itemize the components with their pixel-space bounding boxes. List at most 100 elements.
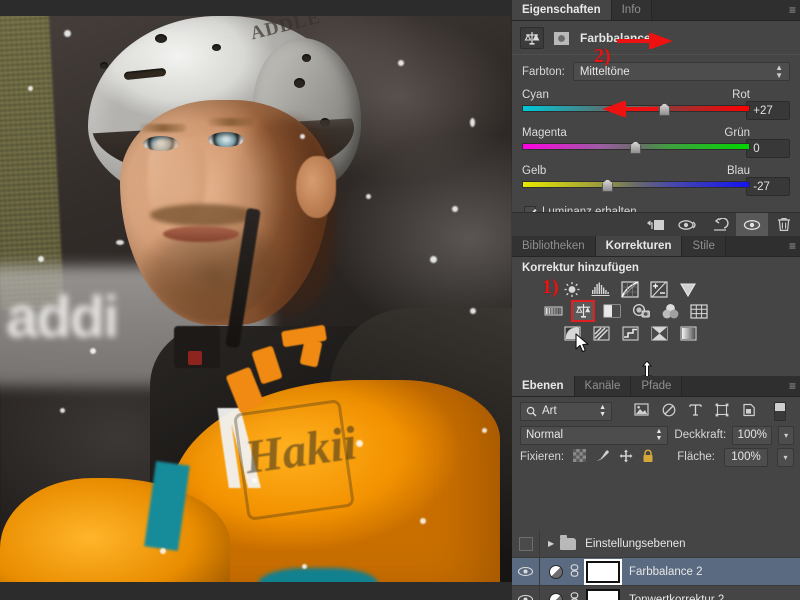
layer-name: Einstellungsebenen — [585, 537, 686, 550]
photo-helmet-vent — [212, 44, 221, 51]
levels-icon[interactable] — [591, 280, 611, 298]
tab-eigenschaften[interactable]: Eigenschaften — [512, 0, 612, 20]
layers-panel-menu-icon[interactable]: ≡ — [789, 380, 796, 392]
chevron-updown-icon: ▲ ▼ — [655, 428, 663, 442]
invert-icon[interactable] — [562, 324, 582, 342]
channel-mixer-icon[interactable] — [660, 302, 680, 320]
corrections-panel-menu-icon[interactable]: ≡ — [789, 240, 796, 252]
canvas-area[interactable]: addi Hakii ADDLE — [0, 0, 512, 600]
tab-ebenen[interactable]: Ebenen — [512, 376, 575, 396]
reset-icon[interactable] — [704, 213, 736, 237]
filter-type-icon[interactable] — [689, 403, 702, 419]
layer-visibility-toggle[interactable] — [512, 557, 540, 586]
lock-label: Fixieren: — [520, 451, 565, 463]
selective-color-icon[interactable] — [649, 324, 669, 342]
corrections-title: Korrektur hinzufügen — [522, 262, 639, 274]
opacity-stepper[interactable]: ▾ — [778, 425, 794, 445]
lock-position-icon[interactable] — [619, 449, 633, 466]
cyan-red-value[interactable]: +27 — [746, 101, 790, 120]
filter-smart-object-icon[interactable] — [742, 403, 756, 420]
table-row[interactable]: Farbbalance 2 — [512, 557, 800, 586]
lock-image-icon[interactable] — [595, 449, 610, 465]
eye-icon — [517, 594, 534, 600]
chevron-updown-icon: ▲ ▼ — [599, 404, 606, 418]
magenta-green-value[interactable]: 0 — [746, 139, 790, 158]
chevron-right-icon[interactable]: ▶ — [548, 539, 554, 548]
opacity-label: Deckkraft: — [674, 429, 727, 441]
hue-saturation-icon[interactable] — [544, 302, 564, 320]
color-balance-icon[interactable] — [571, 300, 595, 322]
photo-helmet-vent — [100, 62, 108, 69]
lock-transparency-icon[interactable] — [573, 449, 587, 465]
properties-panel-menu-icon[interactable]: ≡ — [789, 4, 796, 16]
slider-yellow-blue: Gelb Blau -27 — [522, 165, 790, 196]
tab-korrekturen[interactable]: Korrekturen — [595, 236, 683, 256]
fill-stepper[interactable]: ▾ — [777, 447, 794, 467]
slider-label-gelb: Gelb — [522, 165, 547, 177]
vibrance-icon[interactable] — [678, 280, 698, 298]
tab-stile[interactable]: Stile — [682, 236, 726, 256]
fill-value[interactable]: 100% — [724, 447, 768, 467]
magenta-green-slider[interactable] — [522, 141, 750, 155]
brightness-contrast-icon[interactable] — [562, 280, 582, 298]
layer-kind-select[interactable]: Art ▲ ▼ — [520, 401, 612, 421]
blend-mode-select[interactable]: Normal ▲ ▼ — [520, 425, 669, 445]
slider-label-blau: Blau — [726, 165, 750, 177]
corrections-tabbar: Bibliotheken Korrekturen Stile ≡ — [512, 236, 800, 257]
tab-kanaele[interactable]: Kanäle — [574, 376, 632, 396]
properties-tabbar: Eigenschaften Info ≡ — [512, 0, 800, 21]
layers-tabbar: Ebenen Kanäle Pfade ≡ — [512, 376, 800, 397]
table-row[interactable]: Tonwertkorrektur 2 — [512, 585, 800, 600]
photo-filter-icon[interactable] — [631, 302, 651, 320]
blend-mode-value: Normal — [526, 429, 564, 441]
slider-label-rot: Rot — [732, 89, 750, 101]
photo-orange-straps — [225, 324, 350, 414]
layer-mask-thumbnail[interactable] — [586, 588, 620, 600]
tab-bibliotheken[interactable]: Bibliotheken — [512, 236, 596, 256]
black-white-icon[interactable] — [602, 302, 622, 320]
annotation-arrow-cyan-red — [617, 32, 675, 52]
layer-name: Tonwertkorrektur 2 — [629, 593, 725, 600]
view-previous-state-icon[interactable] — [672, 213, 704, 237]
yellow-blue-slider[interactable] — [522, 179, 750, 193]
layer-visibility-toggle[interactable] — [512, 529, 540, 558]
posterize-icon[interactable] — [591, 324, 611, 342]
visibility-empty-icon — [518, 536, 533, 551]
document-photo[interactable]: addi Hakii ADDLE — [0, 8, 512, 592]
lock-all-icon[interactable] — [642, 449, 654, 466]
filter-enable-toggle[interactable] — [774, 401, 786, 421]
adjustments-row-3 — [512, 322, 800, 344]
layer-visibility-toggle[interactable] — [512, 585, 540, 600]
opacity-value[interactable]: 100% — [732, 425, 773, 445]
table-row[interactable]: ▶ Einstellungsebenen — [512, 529, 800, 558]
tab-pfade[interactable]: Pfade — [631, 376, 683, 396]
filter-shape-icon[interactable] — [715, 403, 729, 420]
threshold-icon[interactable] — [620, 324, 640, 342]
toggle-visibility-icon[interactable] — [736, 212, 768, 237]
curves-icon[interactable] — [620, 280, 640, 298]
yellow-blue-value[interactable]: -27 — [746, 177, 790, 196]
filter-adjustment-icon[interactable] — [662, 403, 676, 420]
gradient-map-icon[interactable] — [678, 324, 698, 342]
photo-helmet-vent — [302, 54, 311, 62]
layer-mask-thumbnail[interactable] — [586, 560, 620, 583]
color-balance-icon[interactable] — [520, 27, 544, 49]
delete-icon[interactable] — [768, 213, 800, 237]
exposure-icon[interactable] — [649, 280, 669, 298]
photo-brow-right — [208, 118, 254, 126]
photo-eye-right — [208, 132, 244, 147]
tab-info[interactable]: Info — [611, 0, 652, 20]
lock-row: Fixieren: Fläche: 100% ▾ — [512, 446, 800, 469]
filter-pixel-icon[interactable] — [634, 403, 649, 419]
layer-mask-icon[interactable] — [551, 27, 571, 49]
folder-icon — [560, 534, 577, 550]
annotation-2-label: 2) — [594, 45, 611, 67]
clip-to-layer-icon[interactable] — [640, 213, 672, 237]
photo-helmet-vent — [155, 34, 167, 43]
link-icon[interactable] — [570, 563, 579, 580]
layer-kind-label: Art — [542, 405, 557, 417]
color-lookup-icon[interactable] — [689, 302, 709, 320]
properties-panel: Farbbalance Farbton: Mitteltöne ▲ ▼ Cyan … — [512, 21, 800, 237]
link-icon[interactable] — [570, 591, 579, 600]
layer-filter-icons — [634, 403, 756, 420]
